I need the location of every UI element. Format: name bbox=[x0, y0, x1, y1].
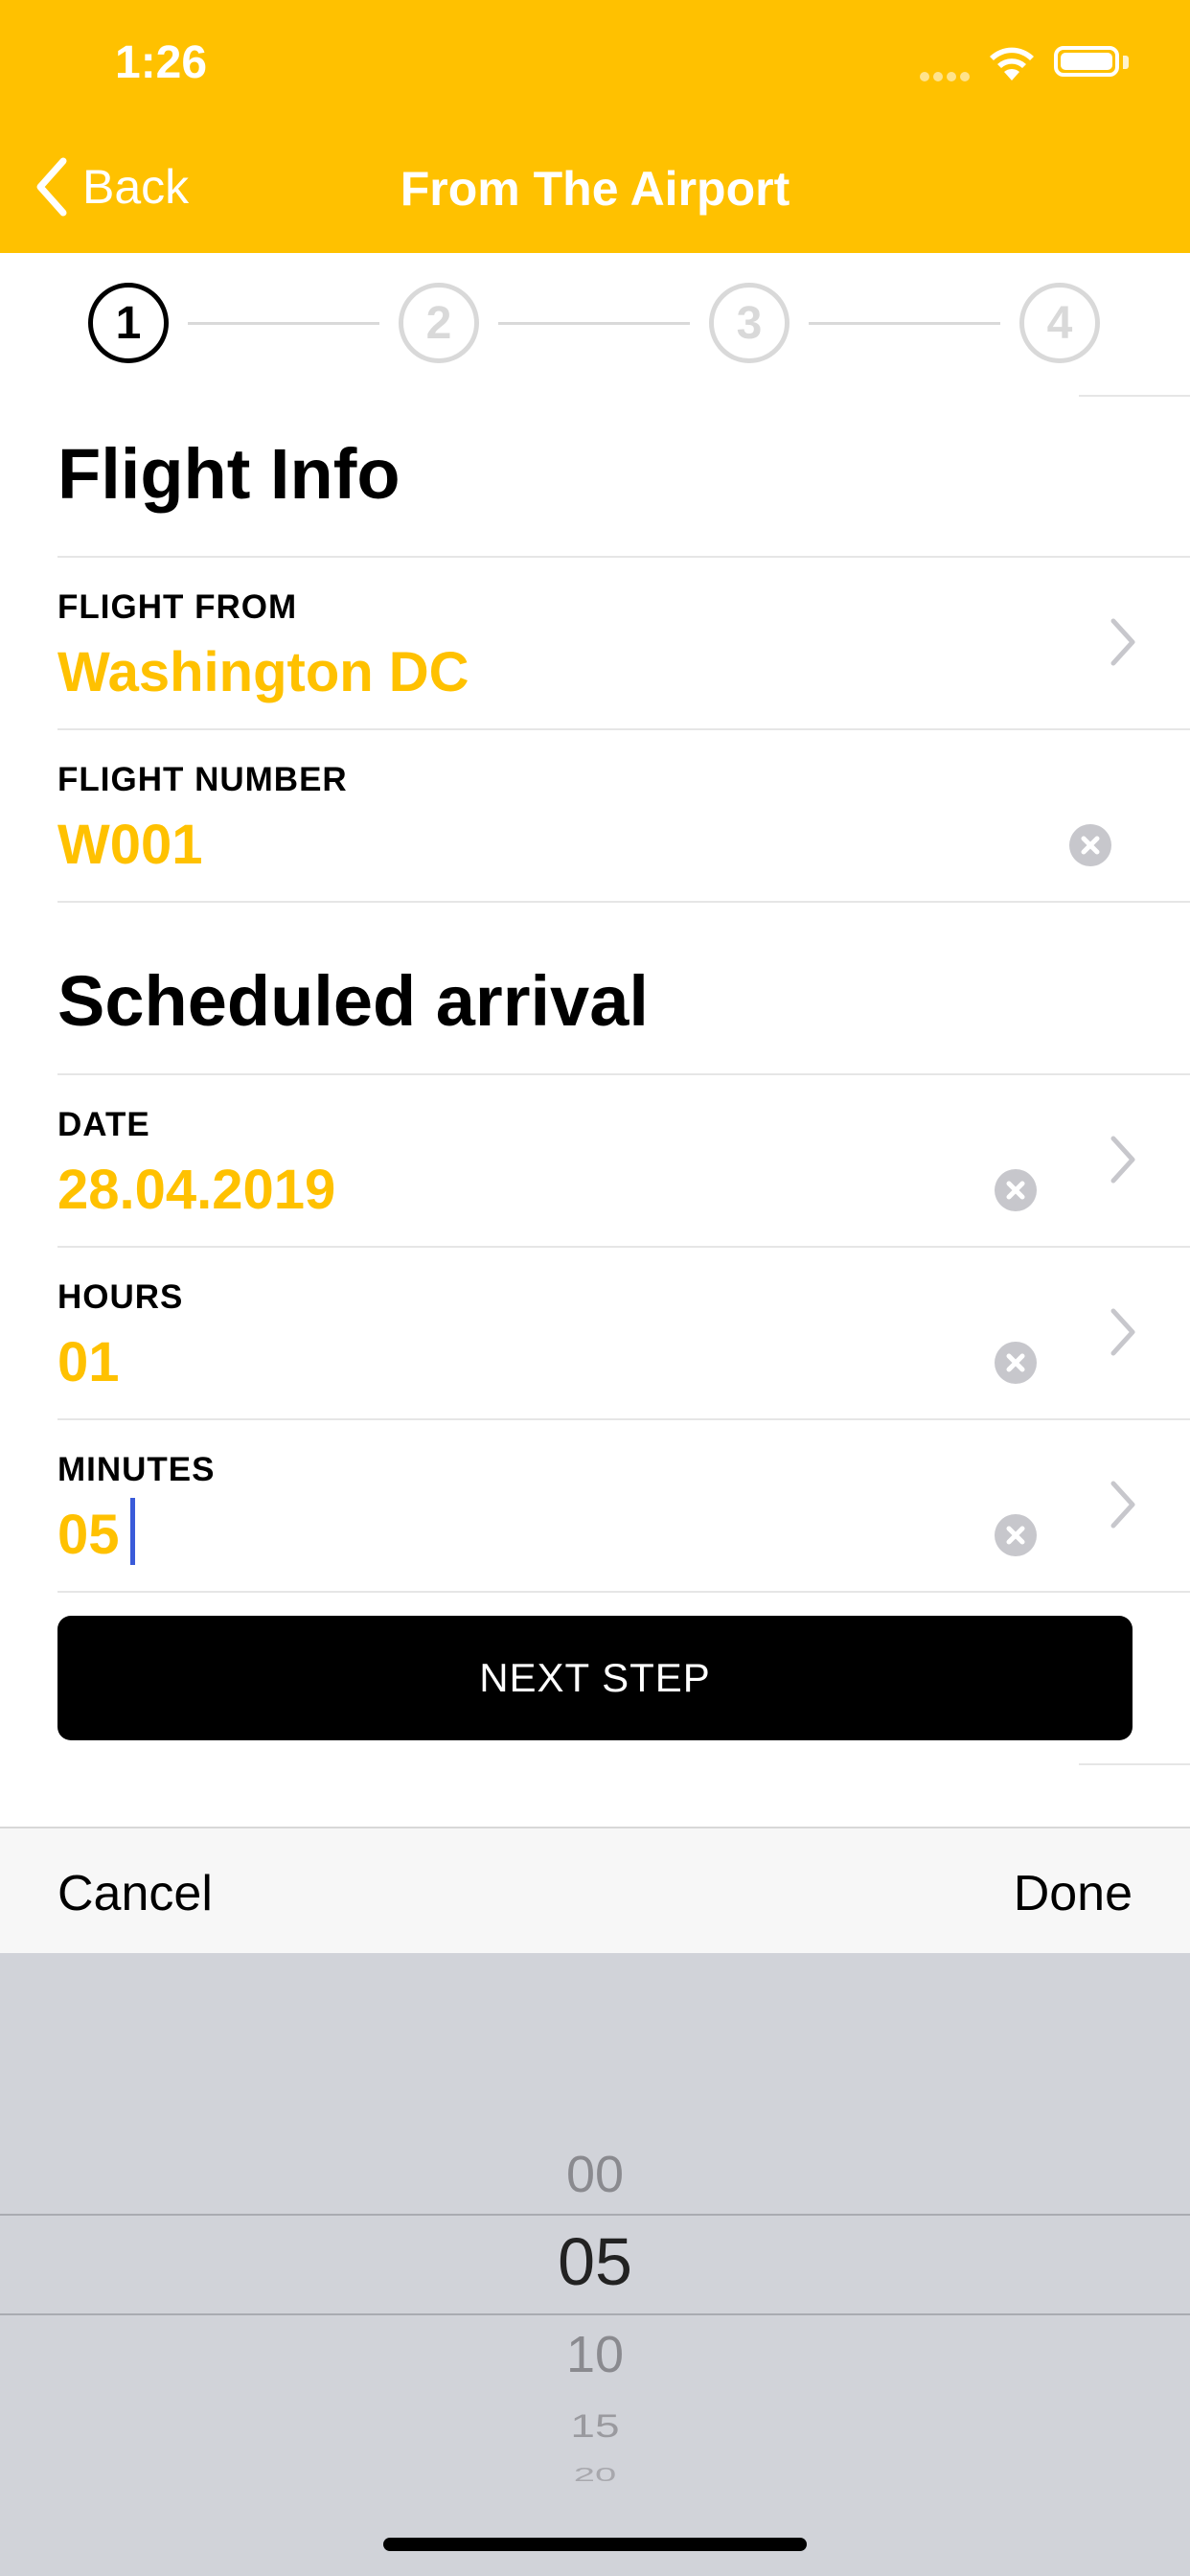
close-icon bbox=[1081, 836, 1100, 855]
picker-toolbar: Cancel Done bbox=[0, 1827, 1190, 1955]
hours-value: 01 bbox=[57, 1331, 120, 1393]
step-4: 4 bbox=[1019, 283, 1100, 363]
section-title-flight-info: Flight Info bbox=[57, 434, 400, 514]
flight-from-label: FLIGHT FROM bbox=[57, 588, 298, 626]
step-2: 2 bbox=[399, 283, 479, 363]
text-cursor bbox=[130, 1498, 135, 1565]
step-connector bbox=[498, 322, 690, 325]
step-connector bbox=[809, 322, 1000, 325]
step-1: 1 bbox=[88, 283, 169, 363]
minutes-input[interactable]: 05 bbox=[57, 1503, 120, 1567]
clear-hours-button[interactable] bbox=[995, 1342, 1037, 1384]
next-step-button[interactable]: NEXT STEP bbox=[57, 1616, 1133, 1740]
divider bbox=[1079, 1763, 1190, 1765]
section-title-scheduled-arrival: Scheduled arrival bbox=[57, 961, 649, 1041]
flight-from-value: Washington DC bbox=[57, 641, 469, 703]
close-icon bbox=[1006, 1526, 1025, 1545]
clear-date-button[interactable] bbox=[995, 1169, 1037, 1211]
date-row[interactable]: DATE 28.04.2019 bbox=[0, 1075, 1190, 1246]
picker-selection-line bbox=[0, 2313, 1190, 2315]
date-value: 28.04.2019 bbox=[57, 1159, 336, 1221]
divider bbox=[1079, 395, 1190, 397]
picker-selection-line bbox=[0, 2214, 1190, 2216]
minutes-label: MINUTES bbox=[57, 1451, 216, 1488]
battery-icon bbox=[1054, 46, 1119, 77]
flight-number-row[interactable]: FLIGHT NUMBER W001 bbox=[0, 730, 1190, 901]
picker-option[interactable]: 15 bbox=[0, 2406, 1190, 2446]
picker-option[interactable]: 00 bbox=[0, 2145, 1190, 2204]
chevron-right-icon bbox=[1110, 1136, 1135, 1184]
chevron-right-icon bbox=[1110, 618, 1135, 666]
page-title: From The Airport bbox=[400, 162, 790, 216]
flight-number-input[interactable]: W001 bbox=[57, 813, 203, 877]
step-3: 3 bbox=[709, 283, 790, 363]
home-indicator bbox=[383, 2538, 807, 2551]
cancel-button[interactable]: Cancel bbox=[57, 1865, 213, 1922]
flight-number-label: FLIGHT NUMBER bbox=[57, 761, 348, 798]
battery-cap bbox=[1123, 56, 1129, 69]
hours-label: HOURS bbox=[57, 1278, 184, 1316]
wifi-icon bbox=[990, 47, 1034, 80]
divider bbox=[57, 901, 1190, 903]
picker-option[interactable]: 20 bbox=[0, 2464, 1190, 2486]
date-label: DATE bbox=[57, 1106, 150, 1143]
hours-row[interactable]: HOURS 01 bbox=[0, 1248, 1190, 1418]
divider bbox=[57, 1591, 1190, 1593]
done-button[interactable]: Done bbox=[1014, 1865, 1133, 1922]
flight-from-row[interactable]: FLIGHT FROM Washington DC bbox=[0, 558, 1190, 728]
close-icon bbox=[1006, 1353, 1025, 1372]
minutes-picker[interactable]: 00 05 10 15 20 bbox=[0, 1953, 1190, 2576]
close-icon bbox=[1006, 1181, 1025, 1200]
clear-minutes-button[interactable] bbox=[995, 1514, 1037, 1556]
step-connector bbox=[188, 322, 379, 325]
picker-option-selected[interactable]: 05 bbox=[0, 2223, 1190, 2300]
chevron-right-icon bbox=[1110, 1481, 1135, 1529]
chevron-right-icon bbox=[1110, 1308, 1135, 1356]
picker-option[interactable]: 10 bbox=[0, 2325, 1190, 2384]
minutes-row[interactable]: MINUTES 05 bbox=[0, 1420, 1190, 1591]
clear-flight-number-button[interactable] bbox=[1069, 824, 1111, 866]
